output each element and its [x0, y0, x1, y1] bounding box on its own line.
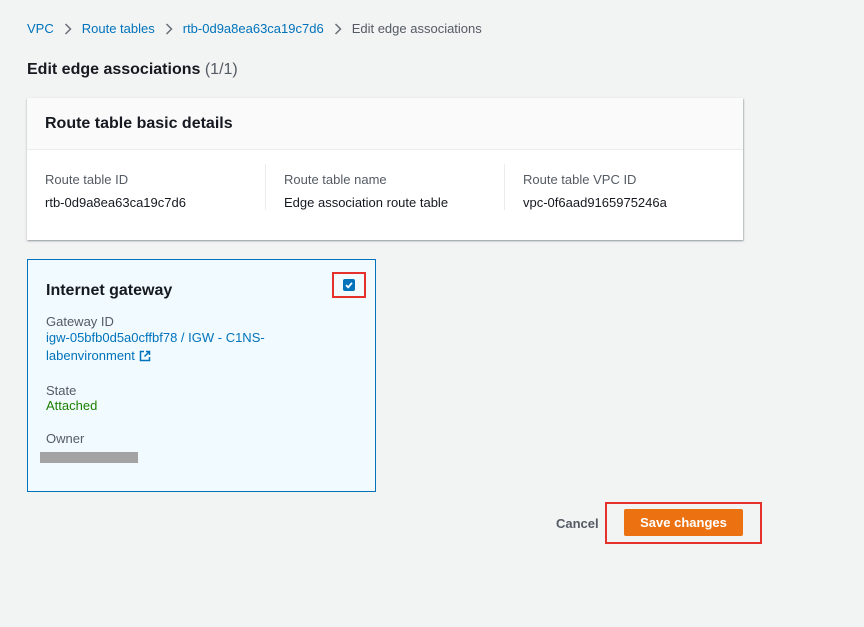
owner-redacted [40, 452, 138, 463]
detail-value: Edge association route table [284, 195, 449, 210]
breadcrumb-route-tables[interactable]: Route tables [82, 21, 155, 36]
detail-route-table-name: Route table name Edge association route … [265, 164, 504, 210]
gateway-select-checkbox[interactable] [343, 279, 355, 291]
checkbox-highlight [332, 272, 366, 298]
detail-label: Route table name [284, 172, 387, 187]
detail-route-table-vpc-id: Route table VPC ID vpc-0f6aad9165975246a [504, 164, 743, 210]
breadcrumb-route-table-id[interactable]: rtb-0d9a8ea63ca19c7d6 [183, 21, 324, 36]
details-header: Route table basic details [27, 98, 743, 150]
gateway-id-line2: labenvironment [46, 348, 135, 363]
route-table-details-panel: Route table basic details Route table ID… [27, 98, 743, 240]
gateway-id-label: Gateway ID [46, 314, 114, 329]
detail-value: vpc-0f6aad9165975246a [523, 195, 667, 210]
checkmark-icon [345, 282, 353, 289]
detail-label: Route table VPC ID [523, 172, 637, 187]
detail-route-table-id: Route table ID rtb-0d9a8ea63ca19c7d6 [27, 164, 265, 210]
gateway-card-title: Internet gateway [46, 282, 173, 299]
page-title-text: Edit edge associations [27, 61, 201, 78]
detail-value: rtb-0d9a8ea63ca19c7d6 [45, 195, 186, 210]
breadcrumb: VPC Route tables rtb-0d9a8ea63ca19c7d6 E… [27, 21, 482, 36]
chevron-right-icon [334, 22, 342, 35]
gateway-id-line1: igw-05bfb0d5a0cffbf78 / IGW - C1NS- [46, 330, 265, 345]
page-title-count: (1/1) [204, 61, 238, 78]
details-columns: Route table ID rtb-0d9a8ea63ca19c7d6 Rou… [27, 150, 743, 210]
breadcrumb-current: Edit edge associations [351, 21, 482, 36]
internet-gateway-card[interactable]: Internet gateway Gateway ID igw-05bfb0d5… [27, 259, 376, 492]
state-value: Attached [46, 398, 98, 413]
state-label: State [46, 383, 77, 398]
gateway-id-link[interactable]: igw-05bfb0d5a0cffbf78 / IGW - C1NS- labe… [46, 329, 357, 365]
chevron-right-icon [64, 22, 72, 35]
cancel-button[interactable]: Cancel [546, 512, 609, 534]
page-title: Edit edge associations (1/1) [27, 61, 238, 79]
external-link-icon [139, 350, 151, 362]
breadcrumb-vpc[interactable]: VPC [27, 21, 54, 36]
detail-label: Route table ID [45, 172, 129, 187]
chevron-right-icon [165, 22, 173, 35]
owner-label: Owner [46, 431, 85, 446]
save-changes-button[interactable]: Save changes [624, 509, 743, 536]
